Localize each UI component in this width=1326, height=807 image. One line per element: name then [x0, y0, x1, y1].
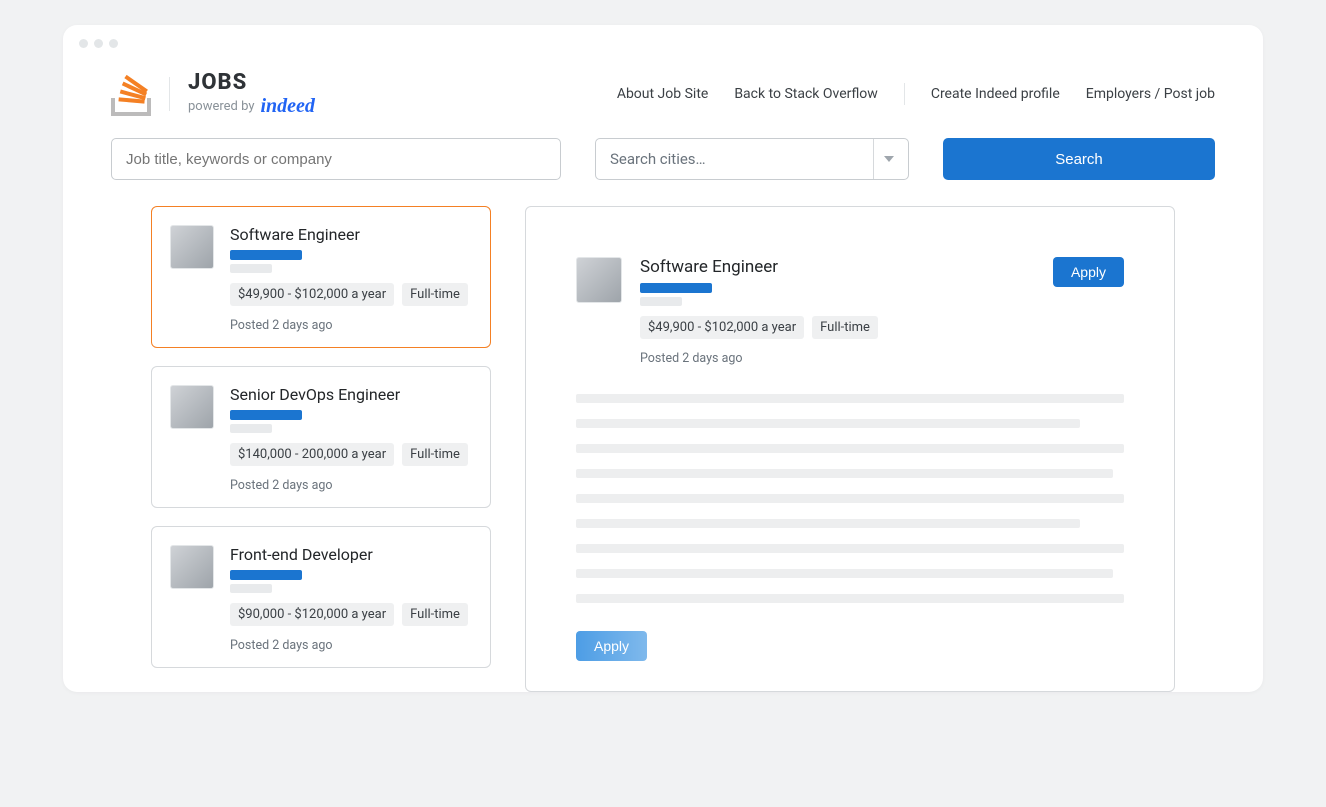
top-nav: About Job Site Back to Stack Overflow Cr… [617, 83, 1215, 105]
chevron-down-icon [873, 139, 894, 179]
app-window: JOBS powered by indeed About Job Site Ba… [63, 25, 1263, 692]
jobtype-tag: Full-time [812, 316, 878, 339]
posted-label: Posted 2 days ago [230, 318, 472, 333]
description-placeholder [576, 394, 1124, 603]
brand: JOBS powered by indeed [111, 70, 315, 118]
jobtype-tag: Full-time [402, 283, 468, 306]
salary-tag: $49,900 - $102,000 a year [230, 283, 394, 306]
nav-employers[interactable]: Employers / Post job [1086, 86, 1215, 102]
salary-tag: $140,000 - 200,000 a year [230, 443, 394, 466]
search-bar: Search cities… Search [63, 138, 1263, 206]
salary-tag: $90,000 - $120,000 a year [230, 603, 394, 626]
brand-title: JOBS [188, 70, 315, 95]
location-placeholder [640, 297, 682, 306]
divider [169, 77, 170, 111]
content: Software Engineer $49,900 - $102,000 a y… [63, 206, 1263, 692]
nav-create-profile[interactable]: Create Indeed profile [931, 86, 1060, 102]
apply-button[interactable]: Apply [1053, 257, 1124, 287]
company-logo-icon [170, 545, 214, 589]
job-list: Software Engineer $49,900 - $102,000 a y… [151, 206, 491, 692]
company-name-placeholder [230, 570, 302, 580]
job-detail: Software Engineer $49,900 - $102,000 a y… [525, 206, 1175, 692]
job-card[interactable]: Front-end Developer $90,000 - $120,000 a… [151, 526, 491, 668]
detail-title: Software Engineer [640, 257, 1035, 277]
jobtype-tag: Full-time [402, 443, 468, 466]
company-name-placeholder [230, 250, 302, 260]
jobtype-tag: Full-time [402, 603, 468, 626]
window-dot-icon [94, 39, 103, 48]
posted-label: Posted 2 days ago [640, 351, 1035, 366]
indeed-logo: indeed [261, 95, 315, 118]
location-placeholder [230, 584, 272, 593]
company-name-placeholder [230, 410, 302, 420]
company-logo-icon [170, 385, 214, 429]
location-placeholder [230, 264, 272, 273]
job-card[interactable]: Software Engineer $49,900 - $102,000 a y… [151, 206, 491, 348]
window-dot-icon [109, 39, 118, 48]
job-title: Senior DevOps Engineer [230, 385, 472, 404]
location-placeholder [230, 424, 272, 433]
brand-text: JOBS powered by indeed [188, 70, 315, 118]
city-select[interactable]: Search cities… [595, 138, 909, 180]
window-controls [63, 25, 1263, 52]
nav-back[interactable]: Back to Stack Overflow [734, 86, 878, 102]
apply-button-bottom[interactable]: Apply [576, 631, 647, 661]
header: JOBS powered by indeed About Job Site Ba… [63, 52, 1263, 138]
city-select-placeholder: Search cities… [610, 150, 706, 168]
divider [904, 83, 905, 105]
company-logo-icon [576, 257, 622, 303]
stackoverflow-logo-icon [111, 72, 151, 116]
search-button[interactable]: Search [943, 138, 1215, 180]
powered-by-label: powered by [188, 99, 255, 114]
posted-label: Posted 2 days ago [230, 478, 472, 493]
job-title: Software Engineer [230, 225, 472, 244]
job-title: Front-end Developer [230, 545, 472, 564]
company-logo-icon [170, 225, 214, 269]
salary-tag: $49,900 - $102,000 a year [640, 316, 804, 339]
nav-about[interactable]: About Job Site [617, 86, 709, 102]
posted-label: Posted 2 days ago [230, 638, 472, 653]
keywords-input[interactable] [111, 138, 561, 180]
company-name-placeholder [640, 283, 712, 293]
job-card[interactable]: Senior DevOps Engineer $140,000 - 200,00… [151, 366, 491, 508]
window-dot-icon [79, 39, 88, 48]
